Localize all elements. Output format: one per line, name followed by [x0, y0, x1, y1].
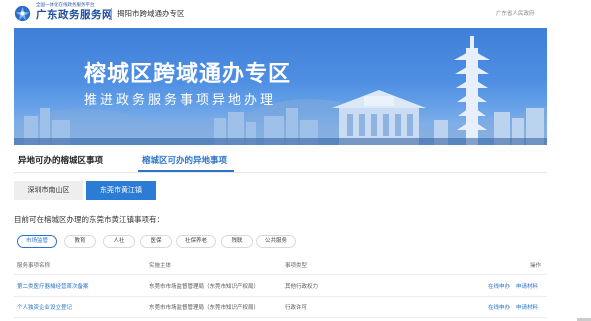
column-header-dept: 实施主体	[149, 263, 172, 269]
item-type: 行政许可	[285, 305, 308, 311]
filter-education[interactable]: 教育	[64, 235, 96, 248]
provincial-government-link[interactable]: 广东省人民政府	[496, 8, 535, 20]
tab-rongcheng-remote-items[interactable]: 榕城区可办的异地事项	[142, 154, 227, 168]
filter-disability[interactable]: 残联	[221, 235, 253, 248]
site-header: 全国一体化在线政务服务平台 广东政务服务网 揭阳市跨域通办专区 广东省人民政府	[0, 0, 591, 28]
table-row: 个人独资企业设立登记 东莞市市场监督管理局（东莞市知识产权局） 行政许可 在线申…	[14, 297, 547, 318]
area-tab-nanshan[interactable]: 深圳市南山区	[14, 181, 83, 200]
intro-text: 目前可在榕城区办理的东莞市黄江镇事项有：	[14, 215, 164, 224]
materials-link[interactable]: 申请材料	[516, 304, 538, 312]
filter-human-resources[interactable]: 人社	[103, 235, 135, 248]
filter-pension[interactable]: 社保养老	[176, 235, 216, 248]
banner-title: 榕城区跨域通办专区	[84, 62, 292, 87]
header-divider	[111, 8, 112, 20]
apply-online-link[interactable]: 在线申办	[488, 304, 510, 312]
materials-link[interactable]: 申请材料	[516, 283, 538, 291]
column-header-actions: 操作	[530, 263, 542, 269]
filter-medical-insurance[interactable]: 医保	[140, 235, 172, 248]
item-dept: 东莞市市场监督管理局（东莞市知识产权局）	[149, 284, 260, 290]
section-tabs: 异地可办的榕城区事项 榕城区可办的异地事项	[14, 151, 547, 173]
table-row: 第二类医疗器械经营首次备案 东莞市市场监督管理局（东莞市知识产权局） 其他行政权…	[14, 276, 547, 297]
filter-market-supervision[interactable]: 市场监管	[17, 235, 57, 248]
row-divider	[14, 317, 547, 318]
logo-title[interactable]: 广东政务服务网	[36, 9, 113, 22]
item-name-link[interactable]: 个人独资企业设立登记	[17, 304, 72, 312]
zone-title: 揭阳市跨域通办专区	[117, 9, 185, 18]
item-dept: 东莞市市场监督管理局（东莞市知识产权局）	[149, 305, 260, 311]
guangdong-logo-icon[interactable]	[14, 5, 31, 22]
column-header-type: 事项类型	[285, 263, 308, 269]
active-tab-indicator	[138, 170, 234, 172]
area-tab-huangjiang[interactable]: 东莞市黄江镇	[86, 181, 156, 200]
apply-online-link[interactable]: 在线申办	[488, 283, 510, 291]
column-header-name: 服务事项名称	[17, 263, 51, 269]
item-name-link[interactable]: 第二类医疗器械经营首次备案	[17, 283, 89, 291]
item-type: 其他行政权力	[285, 284, 319, 290]
hero-banner: 榕城区跨域通办专区 推进政务服务事项异地办理	[14, 28, 547, 145]
tab-remote-rongcheng-items[interactable]: 异地可办的榕城区事项	[18, 154, 103, 168]
header-divider-line	[14, 274, 547, 275]
banner-subtitle: 推进政务服务事项异地办理	[84, 93, 277, 108]
filter-public-services[interactable]: 公共服务	[256, 235, 296, 248]
